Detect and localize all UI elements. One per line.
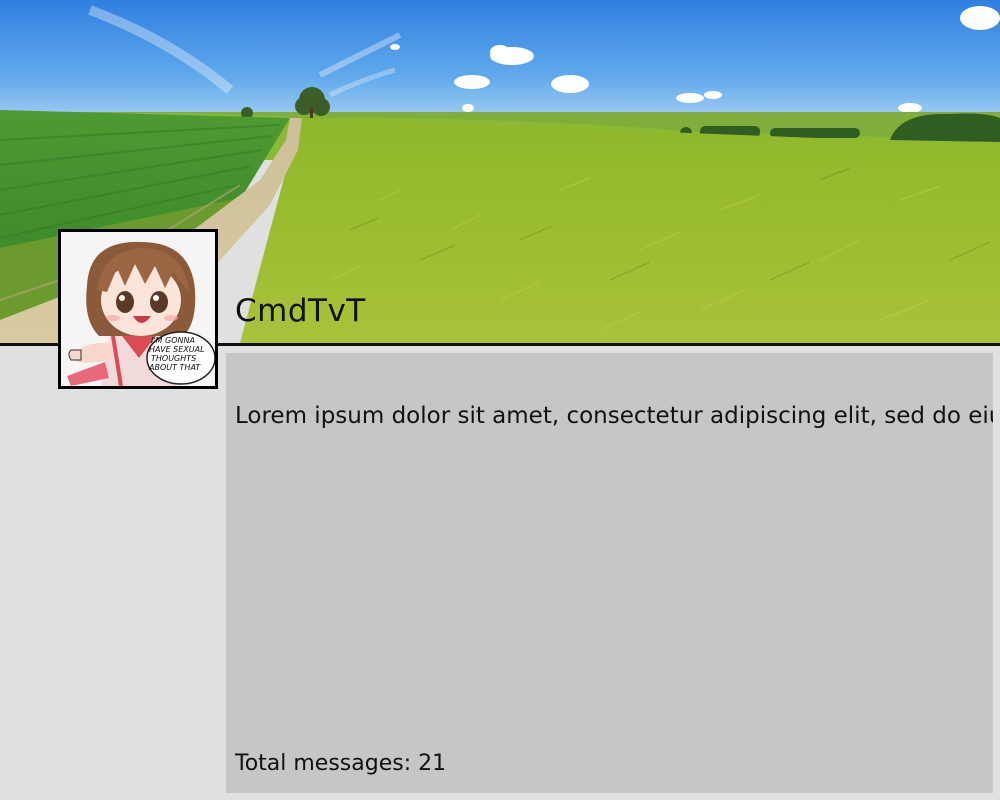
profile-bio: Lorem ipsum dolor sit amet, consectetur …: [235, 403, 993, 429]
svg-text:ABOUT THAT: ABOUT THAT: [148, 363, 201, 372]
avatar-image: I'M GONNA HAVE SEXUAL THOUGHTS ABOUT THA…: [61, 232, 215, 386]
svg-text:HAVE SEXUAL: HAVE SEXUAL: [149, 345, 205, 354]
profile-username: CmdTvT: [235, 293, 366, 329]
avatar[interactable]: I'M GONNA HAVE SEXUAL THOUGHTS ABOUT THA…: [58, 229, 218, 389]
profile-page: I'M GONNA HAVE SEXUAL THOUGHTS ABOUT THA…: [0, 0, 1000, 800]
svg-text:I'M GONNA: I'M GONNA: [151, 336, 195, 345]
total-messages: Total messages: 21: [235, 751, 446, 776]
profile-content-card: Lorem ipsum dolor sit amet, consectetur …: [226, 353, 993, 793]
total-messages-label: Total messages:: [235, 751, 412, 776]
svg-text:THOUGHTS: THOUGHTS: [151, 354, 196, 363]
total-messages-count: 21: [418, 751, 447, 776]
